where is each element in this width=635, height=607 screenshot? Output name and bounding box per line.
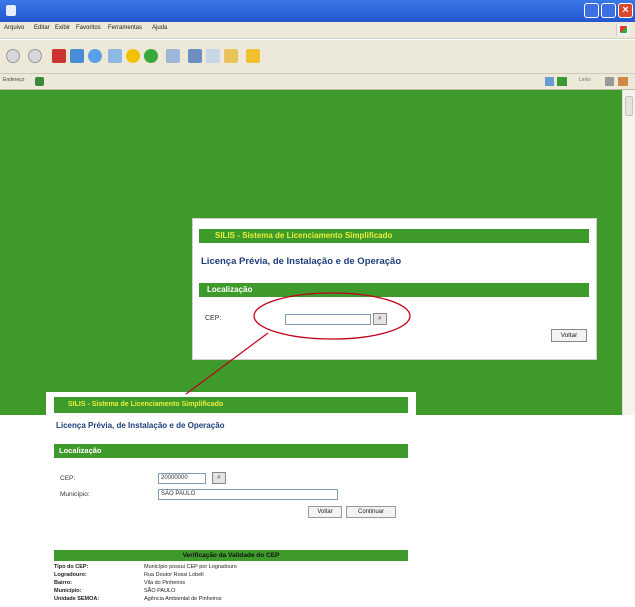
links-chevron-icon[interactable]	[605, 77, 614, 86]
favorites-star-icon[interactable]	[126, 49, 140, 63]
go-button-icon[interactable]	[557, 77, 567, 86]
cep-input[interactable]	[285, 314, 371, 325]
verify-row: Logradouro: Rua Doutor Rossi Lobell	[54, 571, 408, 579]
print-icon[interactable]	[188, 49, 202, 63]
screenshot-root: × Arquivo Editar Exibir Favoritos Ferram…	[0, 0, 635, 607]
inset-voltar-button[interactable]: Voltar	[308, 506, 342, 518]
verify-row-key: Unidade SEMOA:	[54, 596, 100, 602]
mail-icon[interactable]	[166, 49, 180, 63]
address-label: Endereço	[3, 77, 25, 83]
menu-exibir[interactable]: Exibir	[55, 25, 70, 31]
dropdown-arrow-icon[interactable]	[545, 77, 554, 86]
inset-cep-search-button[interactable]: ⌕	[212, 472, 226, 484]
inset-title: Licença Prévia, de Instalação e de Opera…	[56, 421, 225, 430]
inset-header: SILIS - Sistema de Licenciamento Simplif…	[54, 397, 408, 413]
windows-flag-icon	[616, 24, 630, 36]
menu-arquivo[interactable]: Arquivo	[4, 25, 24, 31]
menu-editar[interactable]: Editar	[34, 25, 50, 31]
browser-titlebar: ×	[0, 0, 635, 22]
verify-row-key: Tipo do CEP:	[54, 564, 89, 570]
verify-row-key: Logradouro:	[54, 572, 87, 578]
forward-arrow-icon[interactable]	[28, 49, 42, 63]
address-bar: Endereço Links	[0, 74, 635, 90]
voltar-button[interactable]: Voltar	[551, 329, 587, 342]
inset-cep-input[interactable]: 20000000	[158, 473, 206, 484]
maximize-button[interactable]	[601, 3, 616, 18]
home-icon[interactable]	[88, 49, 102, 63]
verify-row: Tipo do CEP: Município possui CEP por Lo…	[54, 563, 408, 571]
address-bar-right-controls: Links	[545, 77, 630, 87]
menu-ferramentas[interactable]: Ferramentas	[108, 25, 142, 31]
verify-cep-header: Verificação da Validade do CEP	[54, 550, 408, 561]
scrollbar-thumb[interactable]	[625, 96, 633, 116]
close-button[interactable]: ×	[618, 3, 633, 18]
back-arrow-icon[interactable]	[6, 49, 20, 63]
inset-cep-label: CEP:	[60, 475, 76, 482]
refresh-icon[interactable]	[70, 49, 84, 63]
browser-toolbar	[0, 40, 635, 74]
verify-row-value: Rua Doutor Rossi Lobell	[144, 572, 204, 578]
verify-row-value: SÃO PAULO	[144, 588, 176, 594]
minimize-button[interactable]	[584, 3, 599, 18]
inset-localizacao-section-bar: Localização	[54, 444, 408, 458]
messenger-icon[interactable]	[246, 49, 260, 63]
licensing-panel: SILIS - Sistema de Licenciamento Simplif…	[192, 218, 597, 360]
zoom-inset: SILIS - Sistema de Licenciamento Simplif…	[46, 392, 416, 607]
verify-row-value: Vila do Pinheiros	[144, 580, 186, 586]
menu-favoritos[interactable]: Favoritos	[76, 25, 101, 31]
verify-row-value: Município possui CEP por Logradouro	[144, 564, 237, 570]
verify-row: Unidade SEMOA: Agência Ambiental de Pinh…	[54, 595, 408, 603]
inset-municipio-field[interactable]: SÃO PAULO	[158, 489, 338, 500]
stop-icon[interactable]	[52, 49, 66, 63]
verify-row-value: Agência Ambiental de Pinheiros	[144, 596, 222, 602]
inset-municipio-label: Município:	[60, 491, 90, 498]
panel-header: SILIS - Sistema de Licenciamento Simplif…	[199, 229, 589, 243]
extension-icon[interactable]	[618, 77, 628, 86]
cep-label: CEP:	[205, 315, 222, 322]
browser-app-icon	[6, 5, 16, 16]
verify-row: Bairro: Vila do Pinheiros	[54, 579, 408, 587]
folder-icon[interactable]	[224, 49, 238, 63]
links-label[interactable]: Links	[579, 77, 601, 86]
history-icon[interactable]	[144, 49, 158, 63]
search-icon[interactable]	[108, 49, 122, 63]
verify-row: Município: SÃO PAULO	[54, 587, 408, 595]
cep-search-button[interactable]: ⌕	[373, 313, 387, 325]
menu-ajuda[interactable]: Ajuda	[152, 25, 167, 31]
menu-bar: Arquivo Editar Exibir Favoritos Ferramen…	[0, 22, 635, 39]
edit-icon[interactable]	[206, 49, 220, 63]
page-scrollbar[interactable]	[622, 90, 635, 415]
localizacao-section-bar: Localização	[199, 283, 589, 297]
page-favicon-icon	[35, 77, 44, 86]
panel-title: Licença Prévia, de Instalação e de Opera…	[201, 256, 402, 267]
verify-row-key: Município:	[54, 588, 82, 594]
inset-continuar-button[interactable]: Continuar	[346, 506, 396, 518]
verify-row-key: Bairro:	[54, 580, 73, 586]
